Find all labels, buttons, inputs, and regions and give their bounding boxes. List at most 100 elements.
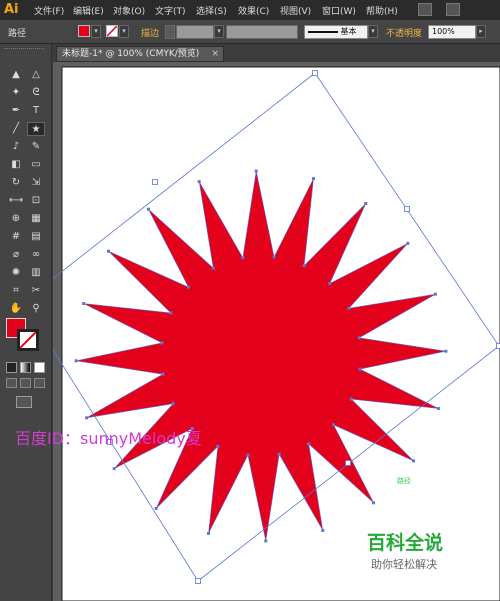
bounding-box-handle[interactable] [345,460,351,466]
anchor-point[interactable] [246,453,250,457]
pen-tool[interactable]: ✒ [7,104,25,118]
anchor-point[interactable] [82,302,86,305]
symbol-sprayer-tool[interactable]: ✺ [7,266,25,280]
menu-object[interactable]: 对象(O) [113,4,145,17]
anchor-point[interactable] [433,292,437,296]
stroke-dropdown[interactable]: ▾ [119,25,129,38]
stroke-weight-dropdown[interactable]: ▾ [214,25,224,38]
anchor-point[interactable] [74,359,78,363]
anchor-point[interactable] [332,423,335,427]
menu-select[interactable]: 选择(S) [196,4,227,17]
anchor-point[interactable] [171,402,175,406]
anchor-point[interactable] [211,266,215,270]
anchor-point[interactable] [187,285,190,289]
variable-width-profile[interactable] [226,25,298,39]
column-graph-tool[interactable]: ▥ [27,266,45,280]
anchor-point[interactable] [277,452,281,456]
anchor-point[interactable] [169,311,173,315]
magic-wand-tool[interactable]: ✦ [7,86,25,100]
anchor-point[interactable] [364,202,368,205]
tools-panel-grip[interactable] [4,48,44,53]
slice-tool[interactable]: ✂ [27,284,45,298]
fill-color-swatch[interactable] [78,25,90,37]
anchor-point[interactable] [241,256,245,260]
anchor-point[interactable] [357,336,361,340]
anchor-point[interactable] [372,501,376,505]
screen-mode-icon[interactable] [16,396,32,408]
hand-tool[interactable]: ✋ [7,302,25,316]
draw-behind-icon[interactable] [20,378,31,388]
direct-selection-tool[interactable]: △ [27,68,45,82]
none-mode-icon[interactable] [34,362,45,373]
blob-brush-tool[interactable]: ◧ [7,158,25,172]
artwork[interactable]: 路径 [53,62,500,601]
bounding-box-handle[interactable] [195,578,201,584]
eraser-tool[interactable]: ▭ [27,158,45,172]
anchor-point[interactable] [146,207,150,211]
stroke-label[interactable]: 描边 [141,26,159,39]
menu-window[interactable]: 窗口(W) [322,4,356,17]
star-tool[interactable]: ★ [27,122,45,136]
paintbrush-tool[interactable]: ♪ [7,140,25,154]
anchor-point[interactable] [444,349,448,353]
bounding-box-handle[interactable] [496,343,500,349]
draw-normal-icon[interactable] [6,378,17,388]
anchor-point[interactable] [216,444,220,448]
anchor-point[interactable] [254,169,258,173]
gradient-tool[interactable]: ▤ [27,230,45,244]
anchor-point[interactable] [436,407,440,410]
anchor-point[interactable] [161,372,165,376]
anchor-point[interactable] [358,367,362,371]
stroke-color-swatch[interactable] [106,25,118,37]
type-tool[interactable]: T [27,104,45,118]
free-transform-tool[interactable]: ⊡ [27,194,45,208]
anchor-point[interactable] [321,528,325,532]
color-mode-icon[interactable] [6,362,17,373]
anchor-point[interactable] [328,282,332,285]
anchor-point[interactable] [154,507,158,510]
anchor-point[interactable] [272,255,276,259]
mesh-tool[interactable]: # [7,230,25,244]
anchor-point[interactable] [107,249,110,253]
anchor-point[interactable] [197,180,201,184]
blend-tool[interactable]: ∞ [27,248,45,262]
opacity-label[interactable]: 不透明度 [386,26,422,39]
bounding-box-handle[interactable] [312,70,318,76]
anchor-point[interactable] [112,467,116,471]
gradient-mode-icon[interactable] [20,362,31,373]
anchor-point[interactable] [302,264,306,268]
perspective-grid-tool[interactable]: ▦ [27,212,45,226]
arrange-documents-icon[interactable] [446,3,460,16]
stroke-weight-field[interactable] [176,25,214,39]
selection-tool[interactable]: ▲ [7,68,25,82]
document-tab[interactable]: 未标题-1* @ 100% (CMYK/预览) × [56,46,224,62]
menu-type[interactable]: 文字(T) [155,4,186,17]
menu-file[interactable]: 文件(F) [34,4,64,17]
draw-inside-icon[interactable] [34,378,45,388]
anchor-point[interactable] [312,177,315,181]
close-icon[interactable]: × [211,47,219,61]
stroke-weight-stepper[interactable] [165,25,175,39]
line-tool[interactable]: ╱ [7,122,25,136]
lasso-tool[interactable]: ᘓ [27,86,45,100]
anchor-point[interactable] [307,442,311,446]
anchor-point[interactable] [85,416,89,420]
zoom-tool[interactable]: ⚲ [27,302,45,316]
anchor-point[interactable] [412,459,415,463]
scale-tool[interactable]: ⇲ [27,176,45,190]
opacity-field[interactable]: 100% [428,25,476,39]
menu-help[interactable]: 帮助(H) [366,4,398,17]
bounding-box-handle[interactable] [152,179,158,185]
anchor-point[interactable] [347,306,351,310]
anchor-point[interactable] [406,241,410,245]
fill-dropdown[interactable]: ▾ [91,25,101,38]
menu-effect[interactable]: 效果(C) [238,4,269,17]
opacity-dropdown[interactable]: ▸ [476,25,486,38]
menu-view[interactable]: 视图(V) [280,4,311,17]
rotate-tool[interactable]: ↻ [7,176,25,190]
stroke-swatch[interactable] [17,329,39,351]
brush-dropdown[interactable]: ▾ [368,25,378,38]
bounding-box-handle[interactable] [404,206,410,212]
anchor-point[interactable] [349,397,353,401]
artboard-tool[interactable]: ⌗ [7,284,25,298]
